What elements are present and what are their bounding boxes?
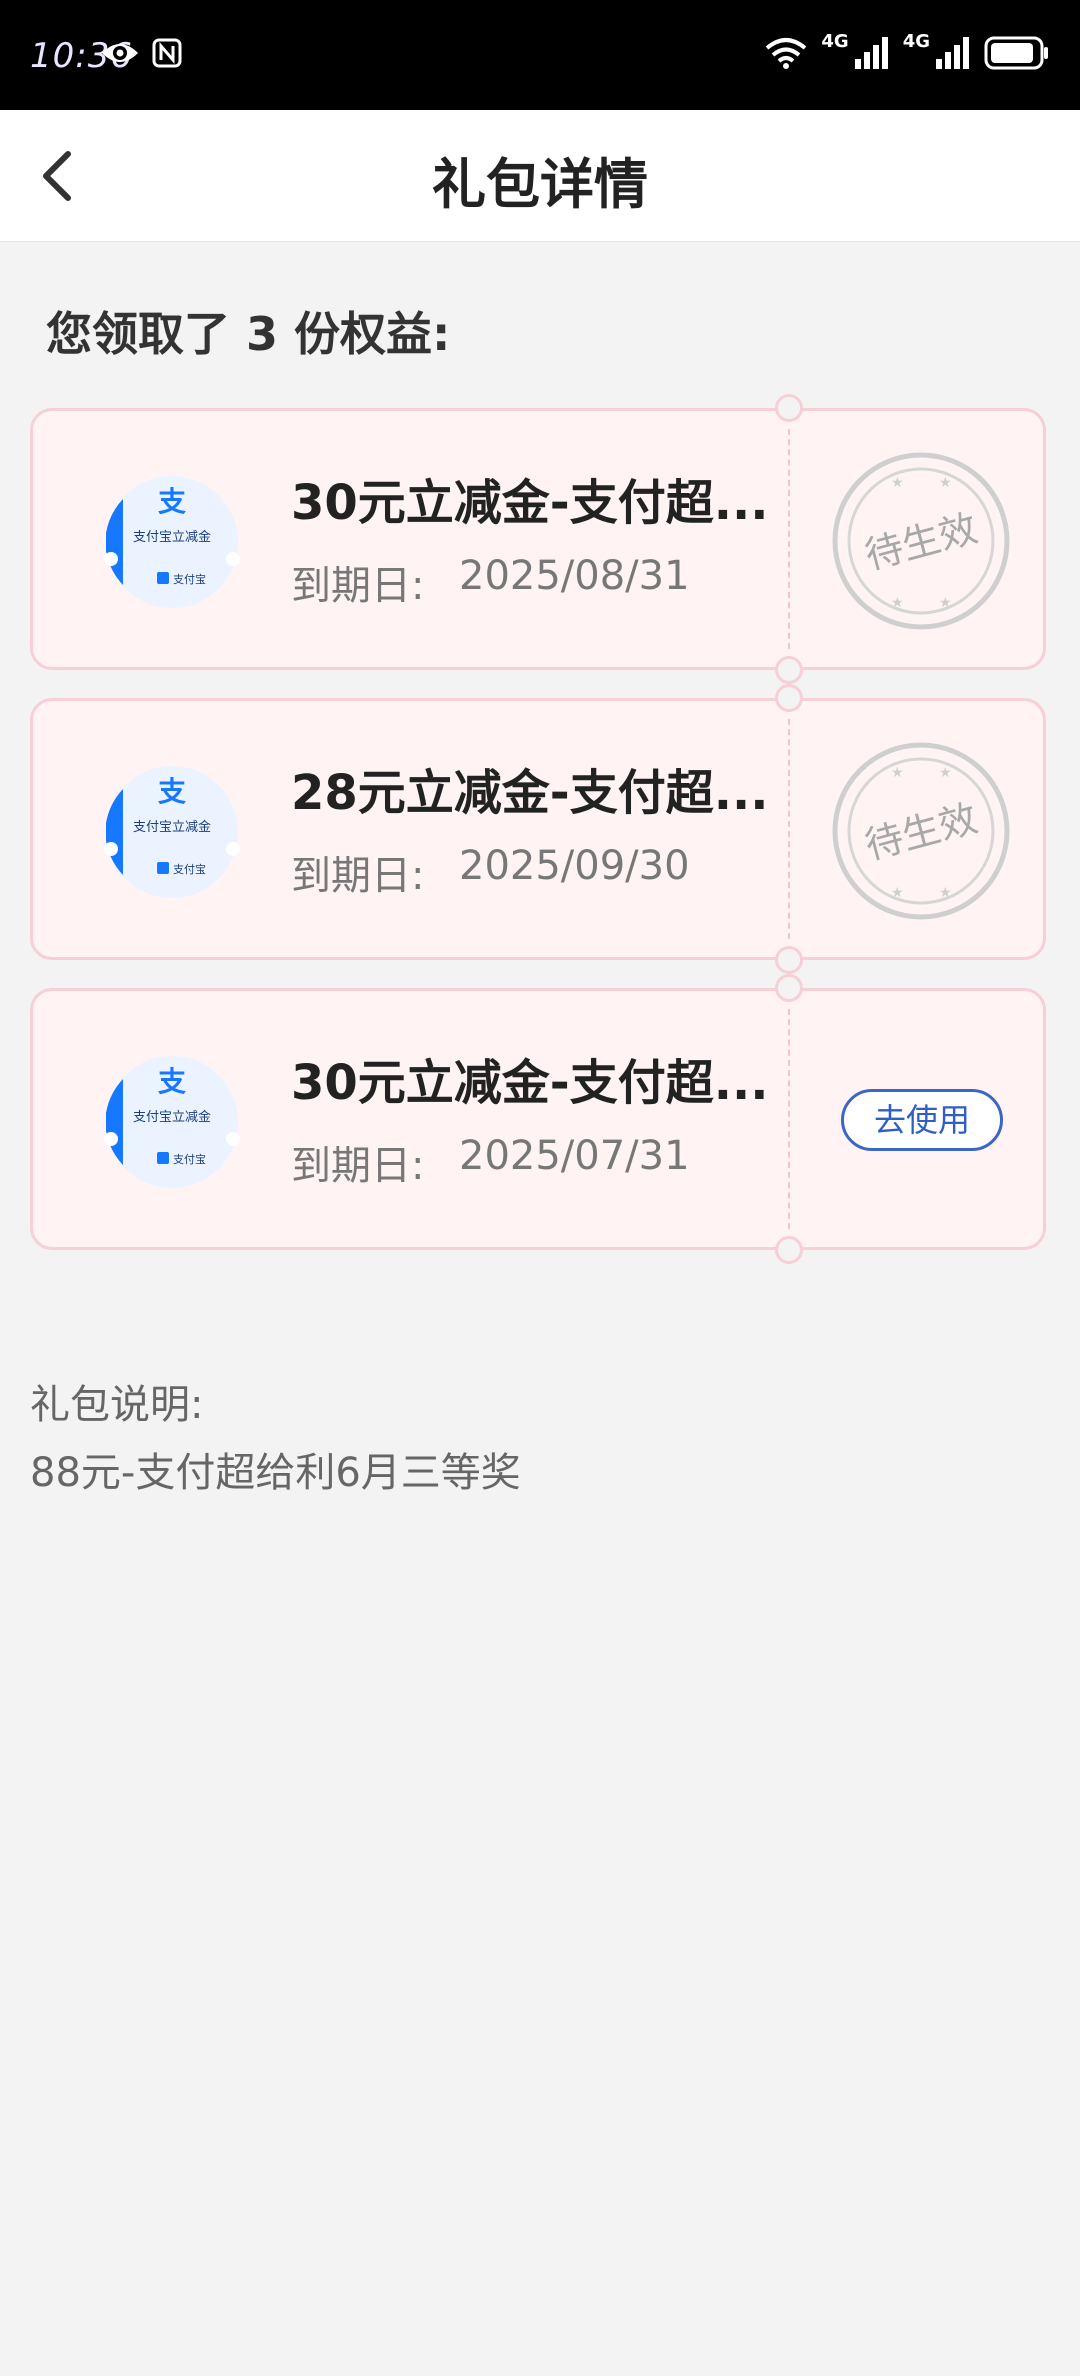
network-type-1: 4G xyxy=(821,30,849,52)
svg-text:★: ★ xyxy=(891,765,904,781)
thumb-brand: 支付宝 xyxy=(173,1152,206,1166)
navigation-bar: 礼包详情 xyxy=(0,110,1080,242)
benefit-summary: 您领取了 3 份权益: xyxy=(46,307,451,361)
signal-icon xyxy=(854,37,888,69)
coupon-title: 28元立减金-支付超... xyxy=(291,765,769,821)
svg-text:★: ★ xyxy=(939,475,952,491)
alipay-coupon-thumbnail: 支 支付宝立减金 支付宝 xyxy=(104,766,240,898)
svg-text:★: ★ xyxy=(891,885,904,901)
nfc-icon xyxy=(152,38,182,68)
coupon-card-1[interactable]: 支 支付宝立减金 支付宝 30元立减金-支付超... 到期日: 2025/08/… xyxy=(30,394,1046,684)
description-label: 礼包说明: xyxy=(30,1382,204,1428)
thumb-brand: 支付宝 xyxy=(173,862,206,876)
thumb-title: 支付宝立减金 xyxy=(133,529,211,545)
coupon-title: 30元立减金-支付超... xyxy=(291,1055,769,1111)
expire-date: 2025/08/31 xyxy=(459,553,690,599)
svg-text:★: ★ xyxy=(939,765,952,781)
svg-text:支: 支 xyxy=(158,485,186,518)
signal-icon-2 xyxy=(936,37,969,69)
use-button[interactable]: 去使用 xyxy=(841,1089,1003,1151)
svg-text:★: ★ xyxy=(939,885,952,901)
svg-text:★: ★ xyxy=(891,595,904,611)
svg-text:★: ★ xyxy=(939,595,952,611)
wifi-icon xyxy=(766,38,807,69)
thumb-title: 支付宝立减金 xyxy=(133,1109,211,1125)
battery-icon xyxy=(984,36,1048,70)
expire-label: 到期日: xyxy=(291,563,425,609)
svg-text:支: 支 xyxy=(158,1065,186,1098)
thumb-brand: 支付宝 xyxy=(173,572,206,586)
status-bar: 10:36 4G 4G xyxy=(0,0,1080,110)
page-title: 礼包详情 xyxy=(432,153,648,216)
network-type-2: 4G xyxy=(902,30,930,52)
svg-text:支: 支 xyxy=(158,775,186,808)
eye-icon xyxy=(102,44,138,62)
coupon-card-3[interactable]: 支 支付宝立减金 支付宝 30元立减金-支付超... 到期日: 2025/07/… xyxy=(30,974,1046,1264)
expire-label: 到期日: xyxy=(291,853,425,899)
coupon-card-2[interactable]: 支 支付宝立减金 支付宝 28元立减金-支付超... 到期日: 2025/09/… xyxy=(30,684,1046,974)
description-text: 88元-支付超给利6月三等奖 xyxy=(30,1450,521,1496)
pending-stamp: ★ ★ ★ ★ 待生效 xyxy=(832,742,1010,920)
expire-label: 到期日: xyxy=(291,1143,425,1189)
expire-date: 2025/07/31 xyxy=(459,1133,690,1179)
alipay-coupon-thumbnail: 支 支付宝立减金 支付宝 xyxy=(104,476,240,608)
svg-text:★: ★ xyxy=(891,475,904,491)
coupon-title: 30元立减金-支付超... xyxy=(291,475,769,531)
stamp-text: 待生效 xyxy=(860,796,982,868)
thumb-title: 支付宝立减金 xyxy=(133,819,211,835)
pending-stamp: ★ ★ ★ ★ 待生效 xyxy=(832,452,1010,630)
expire-date: 2025/09/30 xyxy=(459,843,690,889)
alipay-coupon-thumbnail: 支 支付宝立减金 支付宝 xyxy=(104,1056,240,1188)
stamp-text: 待生效 xyxy=(860,506,982,578)
